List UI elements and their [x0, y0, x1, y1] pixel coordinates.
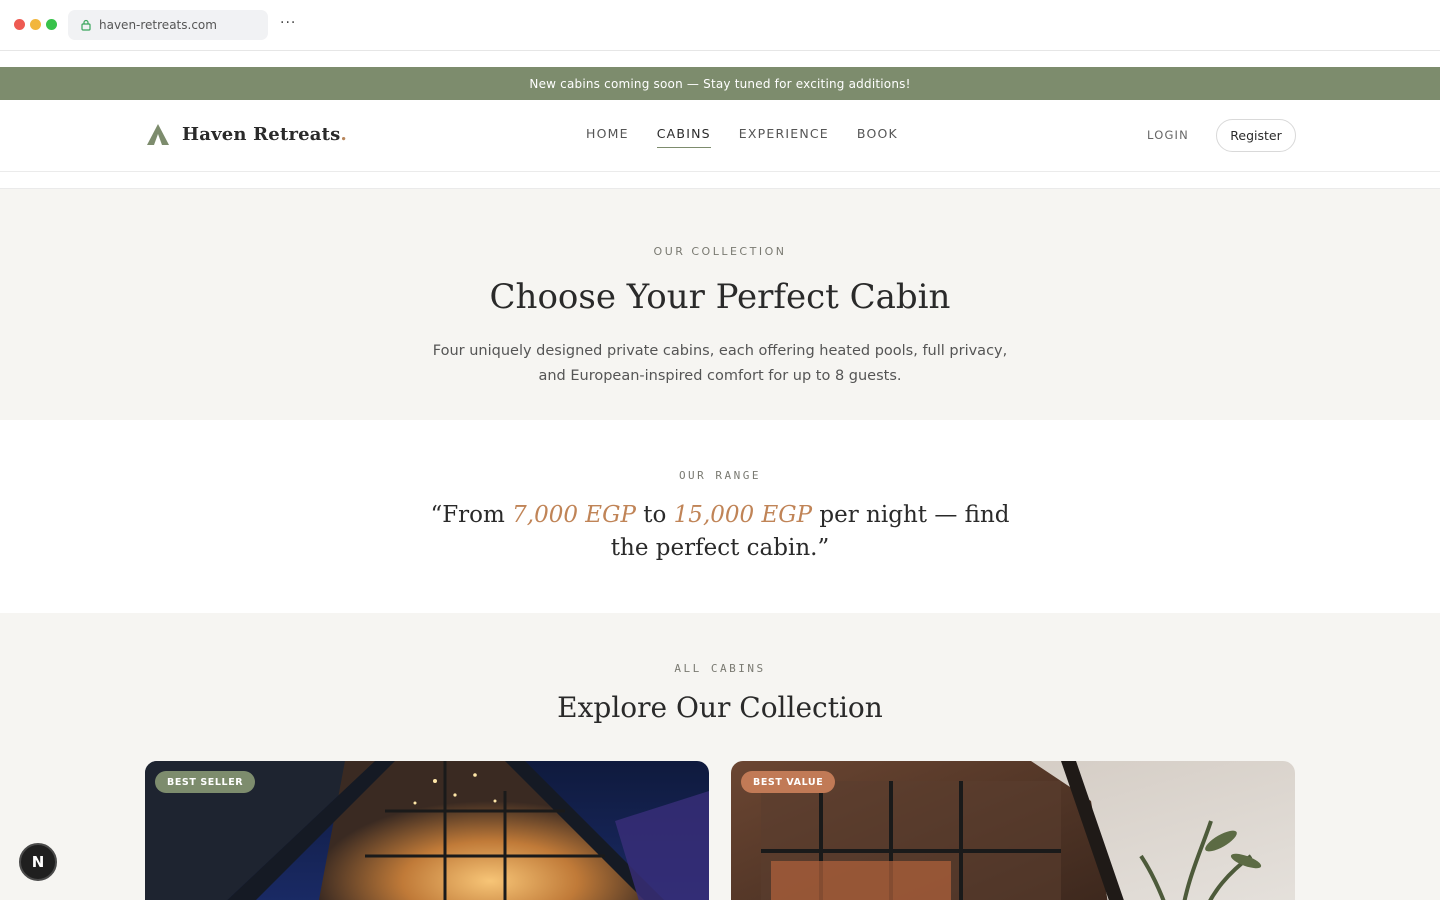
close-window-button[interactable] — [14, 19, 25, 30]
lock-icon — [81, 19, 91, 31]
price-range-quote: “From 7,000 EGP to 15,000 EGP per night … — [420, 499, 1020, 565]
cabin-card[interactable]: BEST SELLER — [145, 761, 709, 900]
browser-chrome: haven-retreats.com ··· — [0, 0, 1440, 51]
collection-eyebrow: OUR COLLECTION — [653, 245, 787, 258]
best-value-badge: BEST VALUE — [741, 771, 836, 793]
price-max: 15,000 EGP — [673, 502, 813, 528]
quote-open: “From — [430, 502, 513, 528]
dev-tools-button[interactable]: N — [19, 843, 57, 881]
collection-hero: OUR COLLECTION Choose Your Perfect Cabin… — [0, 189, 1440, 420]
nav-experience[interactable]: EXPERIENCE — [739, 126, 829, 148]
site-header: Haven Retreats. HOME CABINS EXPERIENCE B… — [0, 100, 1440, 172]
a-frame-cabin-icon — [147, 124, 169, 145]
more-horizontal-icon[interactable]: ··· — [280, 15, 296, 31]
maximize-window-button[interactable] — [46, 19, 57, 30]
minimize-window-button[interactable] — [30, 19, 41, 30]
nav-cabins[interactable]: CABINS — [656, 126, 711, 148]
cabins-title: Explore Our Collection — [557, 691, 883, 724]
url-text: haven-retreats.com — [99, 18, 217, 32]
logo-text: Haven Retreats — [182, 123, 341, 145]
login-link[interactable]: LOGIN — [1147, 128, 1189, 142]
collection-description: Four uniquely designed private cabins, e… — [432, 343, 1008, 384]
address-bar[interactable]: haven-retreats.com — [68, 10, 268, 40]
nav-home[interactable]: HOME — [586, 126, 629, 148]
logo-dot: . — [340, 123, 347, 145]
nav-book[interactable]: BOOK — [857, 126, 898, 148]
price-range-section: OUR RANGE “From 7,000 EGP to 15,000 EGP … — [0, 420, 1440, 613]
range-eyebrow: OUR RANGE — [678, 469, 762, 482]
main-nav: HOME CABINS EXPERIENCE BOOK — [586, 126, 898, 148]
page-title: Choose Your Perfect Cabin — [489, 277, 951, 317]
best-seller-badge: BEST SELLER — [155, 771, 256, 793]
all-cabins-section: ALL CABINS Explore Our Collection BEST S… — [0, 613, 1440, 900]
cabin-card[interactable]: BEST VALUE — [731, 761, 1295, 900]
site-logo[interactable]: Haven Retreats. — [146, 122, 347, 146]
register-button[interactable]: Register — [1216, 119, 1296, 152]
quote-mid: to — [635, 502, 674, 528]
price-min: 7,000 EGP — [512, 502, 636, 528]
announcement-bar: New cabins coming soon — Stay tuned for … — [0, 67, 1440, 100]
cabins-eyebrow: ALL CABINS — [674, 662, 766, 675]
